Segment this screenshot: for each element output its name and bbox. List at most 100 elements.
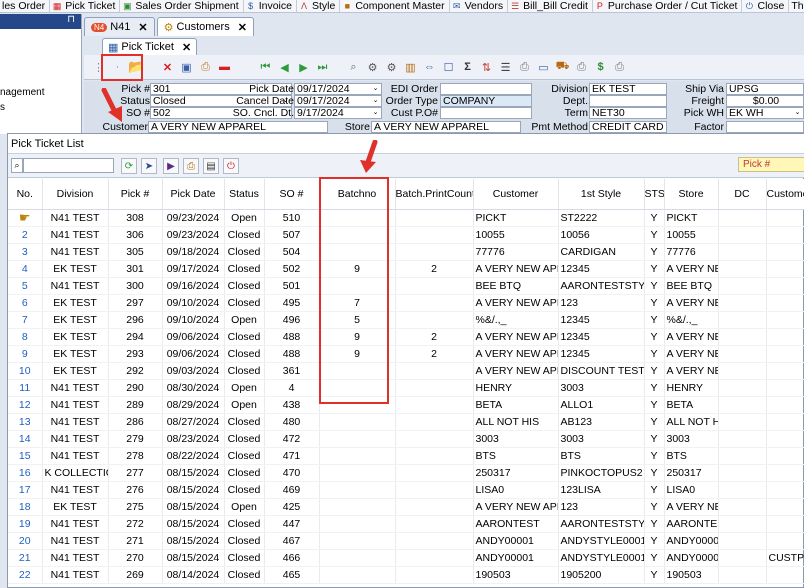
chevron-down-icon[interactable]: ⌄ (370, 96, 381, 106)
column-header[interactable]: Batch.PrintCount (395, 179, 474, 210)
column-header[interactable]: Status (224, 179, 265, 210)
menu-item[interactable]: ▣ Sales Order Shipment (120, 0, 244, 12)
pick-date-field[interactable]: 09/17/2024 ⌄ (294, 83, 382, 95)
dollar-icon[interactable]: $ (592, 59, 609, 76)
menu-item[interactable]: $ Invoice (244, 0, 297, 12)
chevron-down-icon[interactable]: ⌄ (792, 108, 803, 118)
menu-item[interactable]: ⏻ Close (742, 0, 790, 12)
column-header[interactable]: Pick Date (162, 179, 225, 210)
pin-icon[interactable]: ⊓ (0, 14, 81, 29)
menu-item[interactable]: ☰ Bill_Bill Credit (508, 0, 593, 12)
column-header[interactable]: 1st Style (558, 179, 645, 210)
ship-via-field[interactable]: UPSG (726, 83, 804, 95)
pick-wh-select[interactable]: EK WH ⌄ (726, 107, 804, 119)
menu-item[interactable]: ■ Component Master (340, 0, 450, 12)
refresh-icon[interactable]: ⟳ (121, 158, 137, 174)
previous-record-icon[interactable]: ◀ (276, 59, 293, 76)
table-row[interactable]: 3 N41 TEST 305 09/18/2024 Closed 504 77776 CARD… (8, 243, 804, 261)
report-icon[interactable]: ⎙ (516, 59, 533, 76)
table-row[interactable]: 12 N41 TEST 289 08/29/2024 Open 438 BETA ALLO1 Y… (8, 396, 804, 414)
column-header[interactable]: Store (664, 179, 719, 210)
table-row[interactable]: 21 N41 TEST 270 08/15/2024 Closed 466 ANDY0000… (8, 549, 804, 567)
truck-icon[interactable]: ⛟ (554, 59, 571, 76)
table-row[interactable]: 11 N41 TEST 290 08/30/2024 Open 4 HENRY 3003 Y HE… (8, 379, 804, 397)
column-header[interactable]: No. (8, 179, 43, 210)
column-header[interactable]: Customer (473, 179, 559, 210)
tab-customers[interactable]: ⚙ Customers ✕ (156, 17, 254, 36)
export-icon[interactable]: ▶ (163, 158, 179, 174)
close-icon[interactable]: ✕ (182, 41, 191, 54)
table-row[interactable]: 20 N41 TEST 271 08/15/2024 Closed 467 ANDY0000… (8, 532, 804, 550)
table-row[interactable]: 7 EK TEST 296 09/10/2024 Open 496 5 %&/.,_ 12345… (8, 311, 804, 329)
menu-item[interactable]: Λ Style (297, 0, 341, 12)
cust-po-field[interactable] (440, 107, 532, 119)
sum-icon[interactable]: Σ (459, 59, 476, 76)
order-type-field[interactable]: COMPANY (440, 95, 532, 107)
label-print-icon[interactable]: ⎙ (611, 59, 628, 76)
tab-pick-ticket[interactable]: ▦ Pick Ticket ✕ (102, 38, 198, 55)
delete-icon[interactable]: ✕ (159, 59, 176, 76)
print-icon[interactable]: ⎙ (197, 59, 214, 76)
close-icon[interactable]: ✕ (138, 21, 147, 34)
menu-item[interactable]: ✉ Vendors (450, 0, 509, 12)
table-row[interactable]: 9 EK TEST 293 09/06/2024 Closed 488 9 2 A VERY N… (8, 345, 804, 363)
table-row[interactable]: 18 EK TEST 275 08/15/2024 Open 425 A VERY NEW … (8, 498, 804, 516)
table-row[interactable]: 13 N41 TEST 286 08/27/2024 Closed 480 ALL NOT … (8, 413, 804, 431)
store-field[interactable]: A VERY NEW APPAREL (371, 121, 521, 133)
cursor-icon[interactable]: ➤ (141, 158, 157, 174)
search-input[interactable] (23, 158, 114, 173)
last-record-icon[interactable]: ⏭ (314, 59, 331, 76)
division-field[interactable]: EK TEST (589, 83, 667, 95)
preview-icon[interactable]: ▭ (535, 59, 552, 76)
table-row[interactable]: 8 EK TEST 294 09/06/2024 Closed 488 9 2 A VERY N… (8, 328, 804, 346)
column-header[interactable]: Pick # (108, 179, 163, 210)
table-row[interactable]: ☛ N41 TEST 308 09/23/2024 Open 510 PICKT ST2222… (8, 209, 804, 227)
menu-item[interactable]: ▦ Pick Ticket (50, 0, 121, 12)
column-header[interactable]: Division (42, 179, 109, 210)
printer-icon[interactable]: ⎙ (573, 59, 590, 76)
column-header[interactable]: DC (718, 179, 767, 210)
table-row[interactable]: 5 N41 TEST 300 09/16/2024 Closed 501 BEE BTQ AA… (8, 277, 804, 295)
search-icon[interactable]: ⌕ (11, 158, 23, 173)
table-row[interactable]: 2 N41 TEST 306 09/23/2024 Closed 507 10055 1005… (8, 226, 804, 244)
next-record-icon[interactable]: ▶ (295, 59, 312, 76)
column-header[interactable]: STS (644, 179, 665, 210)
table-row[interactable]: 15 N41 TEST 278 08/22/2024 Closed 471 BTS BTS Y B… (8, 447, 804, 465)
search-icon[interactable]: ⌕ (345, 59, 362, 76)
remove-icon[interactable]: ▬ (216, 59, 233, 76)
nav-item-management[interactable]: nagement (0, 85, 81, 100)
chevron-down-icon[interactable]: ⌄ (370, 108, 381, 118)
column-header[interactable]: Custome (766, 179, 804, 210)
chevron-down-icon[interactable]: ⌄ (370, 84, 381, 94)
table-row[interactable]: 10 EK TEST 292 09/03/2024 Closed 361 A VERY NE… (8, 362, 804, 380)
menu-item[interactable]: les Order (0, 0, 51, 12)
customer-field[interactable]: A VERY NEW APPAREL (148, 121, 328, 133)
table-row[interactable]: 14 N41 TEST 279 08/23/2024 Closed 472 3003 3003… (8, 430, 804, 448)
term-field[interactable]: NET30 (589, 107, 667, 119)
table-row[interactable]: 17 N41 TEST 276 08/15/2024 Closed 469 LISA0 123… (8, 481, 804, 499)
dept-field[interactable] (589, 95, 667, 107)
expand-icon[interactable]: ⇔ (421, 59, 438, 76)
edi-order-field[interactable] (440, 83, 532, 95)
settings-icon[interactable]: ⚙ (383, 59, 400, 76)
cancel-date-field[interactable]: 09/17/2024 ⌄ (294, 95, 382, 107)
save-icon[interactable]: ▣ (178, 59, 195, 76)
close-icon[interactable]: ✕ (238, 21, 247, 34)
sort-icon[interactable]: ⇅ (478, 59, 495, 76)
first-record-icon[interactable]: ⏮ (257, 59, 274, 76)
table-row[interactable]: 19 N41 TEST 272 08/15/2024 Closed 447 AARONTES… (8, 515, 804, 533)
sort-field[interactable]: Pick # (738, 157, 804, 172)
table-row[interactable]: 16K COLLECTION27708/15/2024Closed470 2503… (8, 464, 804, 482)
print-list-icon[interactable]: ⎙ (183, 158, 199, 174)
tab-n41[interactable]: N4 N41 ✕ (84, 17, 155, 36)
list-icon[interactable]: ☰ (497, 59, 514, 76)
power-icon[interactable]: ⏻ (223, 158, 239, 174)
gear-icon[interactable]: ⚙ (364, 59, 381, 76)
column-settings-icon[interactable]: ▤ (203, 158, 219, 174)
table-row[interactable]: 22 N41 TEST 269 08/14/2024 Closed 465 190503 19… (8, 566, 804, 584)
column-header[interactable]: SO # (264, 179, 320, 210)
nav-item-s[interactable]: s (0, 100, 81, 115)
table-row[interactable]: 4 EK TEST 301 09/17/2024 Closed 502 9 2 A VERY N… (8, 260, 804, 278)
pmt-method-field[interactable]: CREDIT CARD (589, 121, 667, 133)
menu-item[interactable]: Theme (789, 0, 804, 12)
